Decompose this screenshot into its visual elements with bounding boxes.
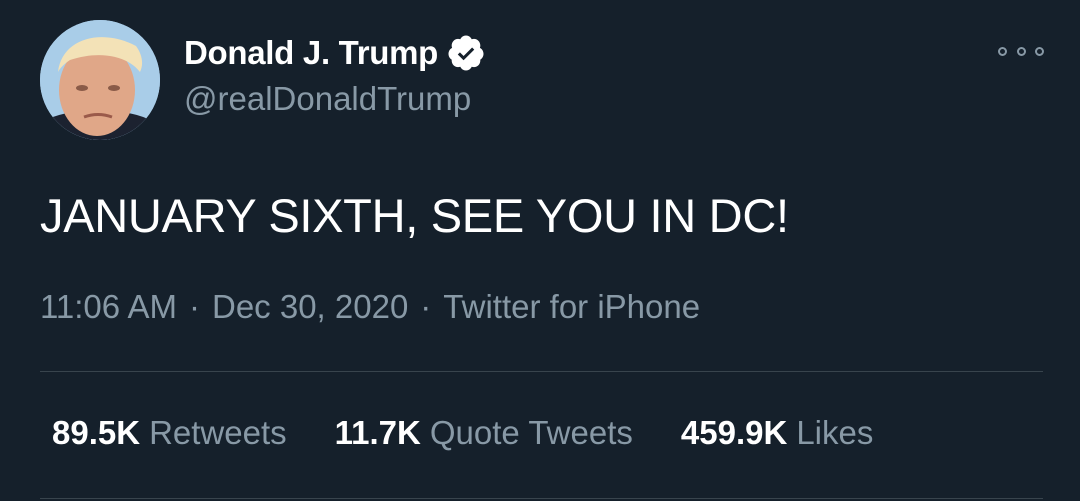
quote-tweets-label: Quote Tweets <box>429 414 633 451</box>
verified-badge-icon <box>446 33 486 73</box>
tweet-time[interactable]: 11:06 AM <box>40 288 177 326</box>
author-handle[interactable]: @realDonaldTrump <box>184 80 471 118</box>
quote-tweets-stat[interactable]: 11.7K Quote Tweets <box>335 414 633 452</box>
likes-count: 459.9K <box>680 414 788 451</box>
author-display-name[interactable]: Donald J. Trump <box>184 34 438 72</box>
quote-tweets-count: 11.7K <box>334 414 421 451</box>
meta-separator: · <box>188 288 200 325</box>
retweets-count: 89.5K <box>52 414 141 451</box>
more-options-icon[interactable] <box>998 40 1044 62</box>
more-dot <box>1035 46 1044 56</box>
retweets-label: Retweets <box>149 414 287 451</box>
tweet-text: JANUARY SIXTH, SEE YOU IN DC! <box>40 189 789 242</box>
tweet-stats: 89.5K Retweets 11.7K Quote Tweets 459.9K… <box>52 414 921 452</box>
tweet-source[interactable]: Twitter for iPhone <box>443 288 700 326</box>
likes-stat[interactable]: 459.9K Likes <box>681 414 873 452</box>
divider <box>40 371 1043 372</box>
likes-label: Likes <box>796 414 874 451</box>
avatar[interactable] <box>40 20 160 140</box>
author-name-row: Donald J. Trump <box>184 30 486 76</box>
meta-separator: · <box>420 288 432 325</box>
more-dot <box>998 46 1007 56</box>
avatar-photo <box>40 20 160 140</box>
tweet-date[interactable]: Dec 30, 2020 <box>212 288 408 326</box>
retweets-stat[interactable]: 89.5K Retweets <box>52 414 287 452</box>
more-dot <box>1016 46 1026 56</box>
divider <box>40 498 1043 499</box>
tweet-meta: 11:06 AM · Dec 30, 2020 · Twitter for iP… <box>40 288 700 326</box>
